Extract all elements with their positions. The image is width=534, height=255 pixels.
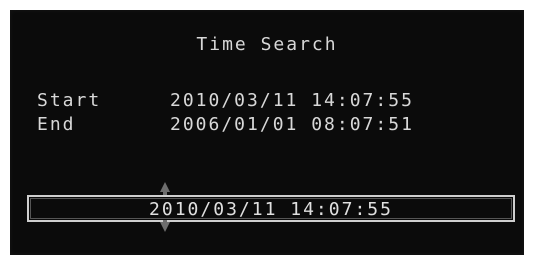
end-label: End [37,114,76,135]
arrow-down-icon[interactable] [160,222,170,232]
dialog-title: Time Search [196,34,338,55]
search-time-field[interactable]: 2010/03/11 14:07:55 [27,195,515,222]
search-time-value: 2010/03/11 14:07:55 [149,199,393,220]
time-search-screen: Time Search Start 2010/03/11 14:07:55 En… [10,10,524,255]
start-value: 2010/03/11 14:07:55 [170,90,414,111]
end-value: 2006/01/01 08:07:51 [170,114,414,135]
start-label: Start [37,90,102,111]
